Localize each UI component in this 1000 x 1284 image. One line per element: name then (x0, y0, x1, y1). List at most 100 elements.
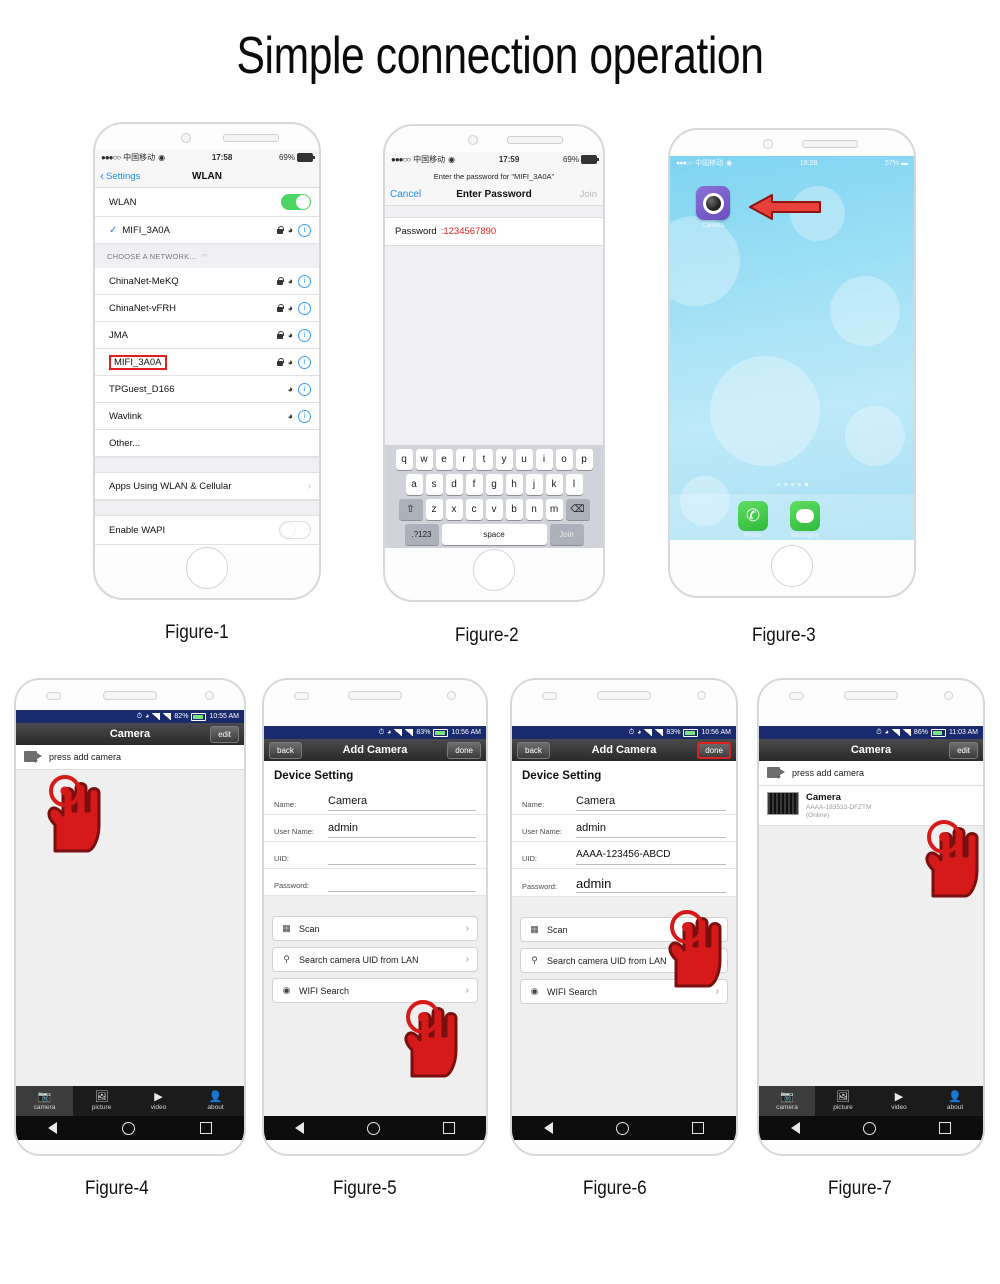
camera-app-icon[interactable] (696, 186, 730, 220)
username-field-row[interactable]: User Name: admin (264, 815, 486, 842)
key-s[interactable]: s (425, 474, 443, 495)
password-field-row[interactable]: Password: admin (512, 869, 736, 897)
nav-recents-icon[interactable] (442, 1122, 455, 1134)
key-z[interactable]: z (425, 499, 443, 520)
wlan-toggle-row[interactable]: WLAN (95, 188, 319, 217)
wlan-toggle-switch[interactable] (281, 194, 311, 210)
key-b[interactable]: b (505, 499, 523, 520)
nav-back-icon[interactable] (790, 1122, 800, 1134)
info-icon[interactable]: i (298, 409, 311, 423)
back-to-settings-button[interactable]: ‹ Settings (100, 170, 140, 182)
key-j[interactable]: j (525, 474, 543, 495)
password-input[interactable]: :1234567890 (441, 226, 496, 237)
network-row[interactable]: TPGuest_D166 ◕ i (95, 376, 319, 403)
back-button[interactable]: back (517, 742, 550, 759)
scan-menu-row[interactable]: ▦ Scan › (520, 917, 728, 942)
wapi-toggle-switch[interactable] (279, 521, 311, 539)
key-a[interactable]: a (405, 474, 423, 495)
username-input[interactable]: admin (576, 822, 726, 838)
password-input[interactable] (328, 876, 476, 892)
key-h[interactable]: h (505, 474, 523, 495)
key-v[interactable]: v (485, 499, 503, 520)
key-c[interactable]: c (465, 499, 483, 520)
search-uid-menu-row[interactable]: ⚲ Search camera UID from LAN › (272, 947, 478, 972)
network-row[interactable]: JMA ◕ i (95, 322, 319, 349)
key-y[interactable]: y (495, 449, 513, 470)
uid-input[interactable]: AAAA-123456-ABCD (576, 849, 726, 865)
nav-recents-icon[interactable] (939, 1122, 952, 1134)
add-camera-row[interactable]: + press add camera (759, 761, 983, 786)
backspace-key[interactable]: ⌫ (565, 499, 590, 520)
info-icon[interactable]: i (298, 355, 311, 369)
back-button[interactable]: back (269, 742, 302, 759)
tab-video[interactable]: ▶ video (871, 1086, 927, 1116)
nav-home-icon[interactable] (615, 1121, 629, 1135)
name-input[interactable]: Camera (576, 795, 726, 811)
enable-wapi-row[interactable]: Enable WAPI (95, 516, 319, 545)
tab-picture[interactable]: 🖼 picture (815, 1086, 871, 1116)
info-icon[interactable]: i (298, 382, 311, 396)
network-row-highlighted[interactable]: MIFI_3A0A ◕ i (95, 349, 319, 376)
add-camera-row[interactable]: + press add camera (16, 745, 244, 770)
tab-about[interactable]: 👤 about (187, 1086, 244, 1116)
uid-field-row[interactable]: UID: AAAA-123456-ABCD (512, 842, 736, 869)
nav-back-icon[interactable] (295, 1122, 305, 1134)
space-key[interactable]: space (441, 524, 547, 545)
info-icon[interactable]: i (298, 274, 311, 288)
network-row[interactable]: ChinaNet-MeKQ ◕ i (95, 268, 319, 295)
key-f[interactable]: f (465, 474, 483, 495)
phone-icon[interactable]: ✆ (738, 501, 768, 531)
numbers-key[interactable]: .?123 (404, 524, 439, 545)
name-input[interactable]: Camera (328, 795, 476, 811)
nav-home-icon[interactable] (366, 1121, 380, 1135)
key-e[interactable]: e (435, 449, 453, 470)
tab-camera[interactable]: 📷 camera (759, 1086, 815, 1116)
key-k[interactable]: k (545, 474, 563, 495)
wifi-search-menu-row[interactable]: ◉ WIFI Search › (520, 979, 728, 1004)
home-button[interactable] (473, 549, 515, 591)
tab-picture[interactable]: 🖼 picture (73, 1086, 130, 1116)
search-uid-menu-row[interactable]: ⚲ Search camera UID from LAN › (520, 948, 728, 973)
password-field-row[interactable]: Password: (264, 869, 486, 896)
key-t[interactable]: t (475, 449, 493, 470)
name-field-row[interactable]: Name: Camera (512, 788, 736, 815)
key-n[interactable]: n (525, 499, 543, 520)
wifi-search-menu-row[interactable]: ◉ WIFI Search › (272, 978, 478, 1003)
key-i[interactable]: i (535, 449, 553, 470)
nav-recents-icon[interactable] (199, 1122, 212, 1134)
password-input[interactable]: admin (576, 876, 726, 893)
apps-using-wlan-row[interactable]: Apps Using WLAN & Cellular › (95, 473, 319, 500)
key-o[interactable]: o (555, 449, 573, 470)
connected-network-row[interactable]: ✓ MIFI_3A0A ◕ i (95, 217, 319, 244)
key-w[interactable]: w (415, 449, 433, 470)
camera-list-item[interactable]: Camera AAAA-193533-DFZTM (Online) (759, 786, 983, 826)
key-g[interactable]: g (485, 474, 503, 495)
done-button[interactable]: done (447, 742, 481, 759)
name-field-row[interactable]: Name: Camera (264, 788, 486, 815)
scan-menu-row[interactable]: ▦ Scan › (272, 916, 478, 941)
nav-home-icon[interactable] (862, 1121, 876, 1135)
key-q[interactable]: q (395, 449, 413, 470)
messages-icon[interactable] (790, 501, 820, 531)
key-m[interactable]: m (545, 499, 563, 520)
edit-button[interactable]: edit (210, 726, 239, 743)
join-key[interactable]: Join (549, 524, 584, 545)
info-icon[interactable]: i (298, 328, 311, 342)
nav-back-icon[interactable] (543, 1122, 553, 1134)
nav-back-icon[interactable] (48, 1122, 58, 1134)
cancel-button[interactable]: Cancel (390, 189, 421, 200)
password-field-row[interactable]: Password :1234567890 (385, 218, 603, 246)
key-r[interactable]: r (455, 449, 473, 470)
info-icon[interactable]: i (298, 301, 311, 315)
username-field-row[interactable]: User Name: admin (512, 815, 736, 842)
home-button[interactable] (771, 545, 813, 587)
nav-home-icon[interactable] (121, 1121, 135, 1135)
done-button-highlighted[interactable]: done (697, 742, 731, 759)
nav-recents-icon[interactable] (692, 1122, 705, 1134)
tab-about[interactable]: 👤 about (927, 1086, 983, 1116)
home-button[interactable] (186, 547, 228, 589)
username-input[interactable]: admin (328, 822, 476, 838)
key-d[interactable]: d (445, 474, 463, 495)
other-network-row[interactable]: Other... (95, 430, 319, 457)
info-icon[interactable]: i (298, 223, 311, 237)
